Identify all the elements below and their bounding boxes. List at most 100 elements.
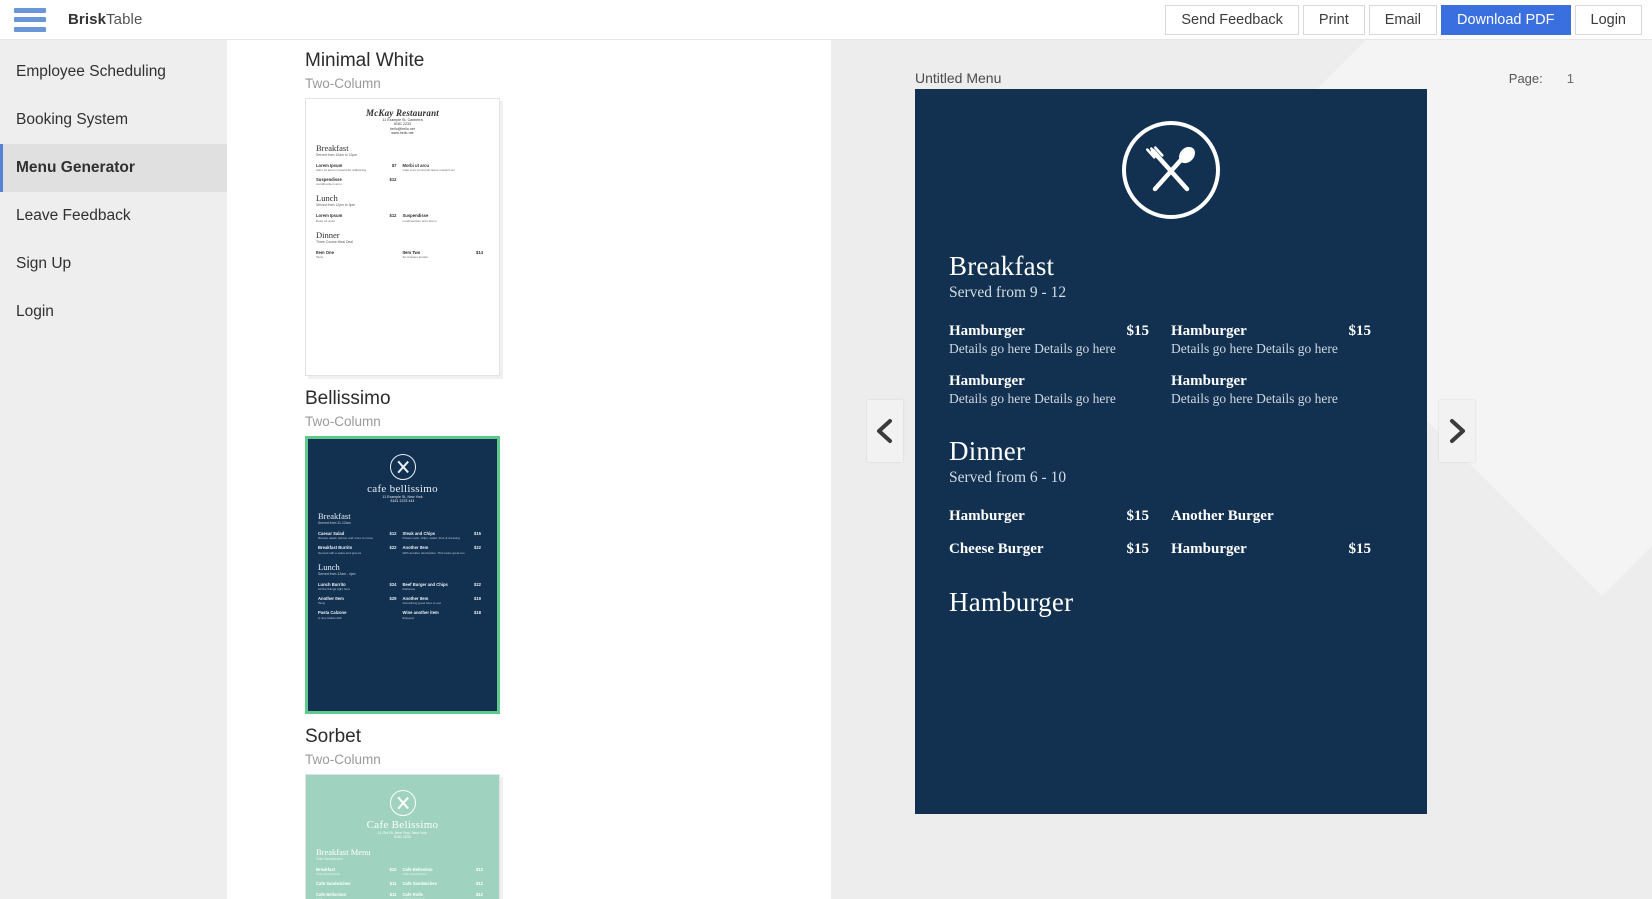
template-name: Sorbet bbox=[305, 726, 361, 747]
thumb-item: Cafe Belissimobeef$11 bbox=[316, 892, 403, 899]
thumb-item: Breakfast Cafe Sandwiches $12 bbox=[316, 867, 403, 876]
thumb-item: Lorem Ipsum dolor sit amet consectetur ad… bbox=[316, 163, 403, 172]
thumb-item-price: $22 bbox=[474, 581, 481, 587]
menu-item-name: Hamburger bbox=[1171, 541, 1247, 557]
menu-item-row: Hamburger $15 Another Burger bbox=[949, 508, 1393, 525]
thumb-item bbox=[403, 177, 490, 186]
sidebar-item-employee-scheduling[interactable]: Employee Scheduling bbox=[0, 48, 227, 96]
menu-item-name: Hamburger bbox=[949, 373, 1025, 389]
menu-item-line: Hamburger $15 bbox=[949, 323, 1149, 340]
template-grid: Minimal White Two-Column McKay Restaurant 1… bbox=[227, 48, 831, 899]
template-thumbnail-selected[interactable]: cafe bellissimo 11 Example St, New York 81… bbox=[305, 436, 500, 714]
toolbar-actions: Send Feedback Print Email Download PDF L… bbox=[1161, 4, 1642, 35]
hamburger-bar bbox=[14, 26, 46, 32]
template-name: Minimal White bbox=[305, 50, 425, 71]
menu-item[interactable]: Hamburger Details go here Details go here bbox=[949, 373, 1171, 407]
download-pdf-button[interactable]: Download PDF bbox=[1441, 4, 1571, 35]
menu-title[interactable]: Untitled Menu bbox=[915, 70, 1001, 86]
section-subtitle[interactable]: Served from 6 - 10 bbox=[949, 469, 1393, 487]
menu-item[interactable]: Cheese Burger $15 bbox=[949, 541, 1171, 558]
menu-item[interactable]: Hamburger $15 bbox=[949, 508, 1171, 525]
thumb-item-price: $12 bbox=[476, 891, 483, 897]
thumb-item-name: Cafe Sandwiches bbox=[316, 881, 351, 887]
menu-item-price: $15 bbox=[1126, 541, 1150, 557]
section-title[interactable]: Breakfast bbox=[949, 250, 1393, 282]
thumb-item-desc: condimentum arcu bbox=[316, 182, 342, 187]
thumb-item-desc: So it tastes amaze bbox=[402, 255, 428, 260]
menu-item-line: Hamburger $15 bbox=[1171, 323, 1371, 340]
template-layout: Two-Column bbox=[305, 414, 381, 429]
menu-content: Breakfast Served from 9 - 12 Hamburger $15 D… bbox=[915, 219, 1427, 630]
next-page-button[interactable] bbox=[1439, 400, 1475, 462]
menu-item-price: $15 bbox=[1348, 323, 1372, 339]
login-button[interactable]: Login bbox=[1574, 4, 1642, 35]
menu-section: Breakfast Served from 9 - 12 Hamburger $15 D… bbox=[949, 250, 1393, 435]
template-card[interactable]: Minimal White Two-Column McKay Restaurant 1… bbox=[305, 48, 570, 376]
menu-item-description: Details go here Details go here bbox=[1171, 391, 1338, 406]
thumb-item: Another Item Tasty $29 bbox=[318, 596, 403, 605]
sidebar-item-leave-feedback[interactable]: Leave Feedback bbox=[0, 192, 227, 240]
menu-item[interactable]: Hamburger $15 Details go here Details go h… bbox=[1171, 323, 1393, 357]
thumb-section-sub: Cafe Sandwiches bbox=[316, 856, 343, 861]
menu-item[interactable]: Hamburger Details go here Details go here bbox=[1171, 373, 1393, 407]
section-items: Hamburger $15 Another Burger Cheese Burger $… bbox=[949, 508, 1393, 558]
sidebar-item-sign-up[interactable]: Sign Up bbox=[0, 240, 227, 288]
section-subtitle[interactable]: Served from 9 - 12 bbox=[949, 284, 1393, 302]
thumb-item: Another Item With another description. Th… bbox=[403, 545, 488, 554]
sidebar-item-booking-system[interactable]: Booking System bbox=[0, 96, 227, 144]
previous-page-button[interactable] bbox=[867, 400, 903, 462]
thumb-section-sub: Served from 12am - 4pm bbox=[318, 571, 356, 576]
page-indicator: Page: 1 bbox=[1509, 71, 1574, 86]
menu-item-name: Hamburger bbox=[949, 508, 1025, 524]
thumbnail-preview: cafe bellissimo 11 Example St, New York 81… bbox=[308, 439, 497, 711]
template-card[interactable]: Bellissimo Two-Column cafe bellissimo 11 Ex… bbox=[305, 386, 570, 714]
menu-item[interactable]: Hamburger $15 bbox=[1171, 541, 1393, 558]
app-logo[interactable]: BriskTable bbox=[68, 11, 142, 28]
menu-item-name: Hamburger bbox=[949, 323, 1025, 339]
thumb-item-row: Breakfast Burrito Served with a salsa and… bbox=[318, 545, 487, 554]
fork-spoon-circle-icon bbox=[1122, 121, 1220, 219]
thumb-address: 11 Example St, New York 8181 2233 444 bbox=[382, 495, 423, 504]
menu-item-name: Cheese Burger bbox=[949, 541, 1044, 557]
thumb-item: Another Item Something good here to eat $1… bbox=[403, 596, 488, 605]
hamburger-icon[interactable] bbox=[14, 7, 46, 32]
thumb-item-row: Lunch Burrito All the fixings right here $… bbox=[318, 582, 487, 591]
menu-item[interactable]: Another Burger bbox=[1171, 508, 1393, 525]
section-title[interactable]: Dinner bbox=[949, 435, 1393, 467]
thumb-item-desc: A nice Italian dish bbox=[318, 615, 343, 620]
thumb-item: Cafe Rollsgrilled sandwich$12 bbox=[403, 892, 490, 899]
template-thumbnail[interactable]: Cafe Belissimo 11 Old St, New York, New Y… bbox=[305, 774, 500, 899]
template-thumbnail[interactable]: McKay Restaurant 11 Example St, Canberra 8… bbox=[305, 98, 500, 376]
sidebar-item-login[interactable]: Login bbox=[0, 288, 227, 336]
thumb-item: Suspendisse condimentum arcu $12 bbox=[316, 177, 403, 186]
thumb-item-price: $18 bbox=[474, 610, 481, 616]
menu-item-line: Hamburger bbox=[949, 373, 1149, 390]
menu-item-row: Hamburger Details go here Details go here… bbox=[949, 373, 1393, 407]
thumbnail-preview: McKay Restaurant 11 Example St, Canberra 8… bbox=[306, 99, 499, 375]
thumb-address: 11 Example St, Canberra 8181 2233 hello@he… bbox=[382, 118, 423, 136]
section-title[interactable]: Hamburger bbox=[949, 586, 1393, 618]
thumb-item-desc: Cafe Sandwiches bbox=[402, 872, 427, 877]
thumb-address: 11 Old St, New York, New York 8181 2233 bbox=[377, 831, 428, 840]
menu-section: Hamburger bbox=[949, 586, 1393, 630]
thumb-restaurant-name: McKay Restaurant bbox=[366, 108, 439, 118]
email-button[interactable]: Email bbox=[1368, 4, 1437, 35]
template-card[interactable]: Sorbet Two-Column Cafe Belissimo 11 Old St,… bbox=[305, 724, 570, 899]
thumb-section-title: Dinner bbox=[316, 229, 340, 240]
thumb-item: Lorem Ipsum Dolor sit amet $12 bbox=[316, 213, 403, 222]
menu-item[interactable]: Hamburger $15 Details go here Details go h… bbox=[949, 323, 1171, 357]
send-feedback-button[interactable]: Send Feedback bbox=[1165, 4, 1299, 35]
thumb-item-desc: With another description. This looks gre… bbox=[402, 550, 465, 555]
template-gallery[interactable]: Minimal White Two-Column McKay Restaurant 1… bbox=[227, 40, 831, 899]
thumb-item-price: $12 bbox=[476, 866, 483, 872]
thumb-item-desc: Served with a salsa and greens bbox=[318, 550, 362, 555]
thumb-item-row: Suspendisse condimentum arcu $12 bbox=[316, 177, 489, 186]
menu-item-price: $15 bbox=[1126, 323, 1150, 339]
menu-section: Dinner Served from 6 - 10 Hamburger $15 Anot… bbox=[949, 435, 1393, 586]
thumb-item-desc: condimentum arcu lorem bbox=[402, 218, 437, 223]
print-button[interactable]: Print bbox=[1302, 4, 1365, 35]
hamburger-bar bbox=[14, 17, 46, 22]
thumb-item-row: Breakfast Cafe Sandwiches $12 Cafe Belissim… bbox=[316, 867, 489, 876]
sidebar-item-menu-generator[interactable]: Menu Generator bbox=[0, 144, 227, 192]
menu-preview-pane: Untitled Menu Page: 1 Breakfast Served f… bbox=[831, 40, 1652, 899]
